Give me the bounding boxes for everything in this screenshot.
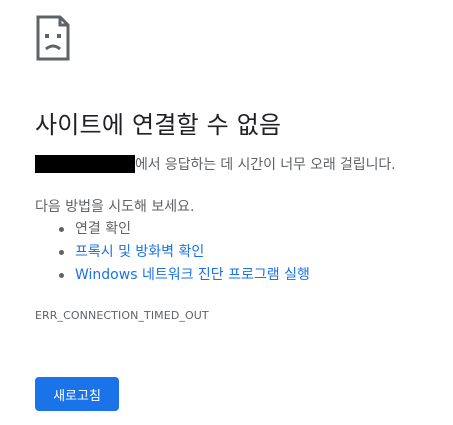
error-description-text: 에서 응답하는 데 시간이 너무 오래 걸립니다. [135, 157, 396, 173]
try-suggestions-heading: 다음 방법을 시도해 보세요. [35, 199, 195, 215]
bullet-icon [59, 227, 64, 232]
suggestion-label: 연결 확인 [75, 221, 131, 237]
error-description: 에서 응답하는 데 시간이 너무 오래 걸립니다. [35, 154, 396, 174]
suggestion-run-diagnostics[interactable]: Windows 네트워크 진단 프로그램 실행 [38, 264, 310, 287]
page-title: 사이트에 연결할 수 없음 [35, 111, 282, 139]
suggestion-check-proxy-firewall[interactable]: 프록시 및 방화벽 확인 [38, 241, 310, 264]
suggestion-check-connection: 연결 확인 [38, 218, 310, 241]
error-page: 사이트에 연결할 수 없음 에서 응답하는 데 시간이 너무 오래 걸립니다. … [0, 0, 453, 425]
suggestion-list: 연결 확인 프록시 및 방화벽 확인 Windows 네트워크 진단 프로그램 … [38, 218, 310, 287]
bullet-icon [59, 250, 64, 255]
bullet-icon [59, 273, 64, 278]
sad-page-icon [36, 15, 70, 61]
reload-button[interactable]: 새로고침 [35, 377, 119, 411]
run-network-diagnostics-link[interactable]: Windows 네트워크 진단 프로그램 실행 [75, 267, 310, 283]
check-proxy-firewall-link[interactable]: 프록시 및 방화벽 확인 [75, 244, 204, 260]
redacted-site-name [35, 155, 135, 173]
error-code: ERR_CONNECTION_TIMED_OUT [35, 309, 209, 322]
